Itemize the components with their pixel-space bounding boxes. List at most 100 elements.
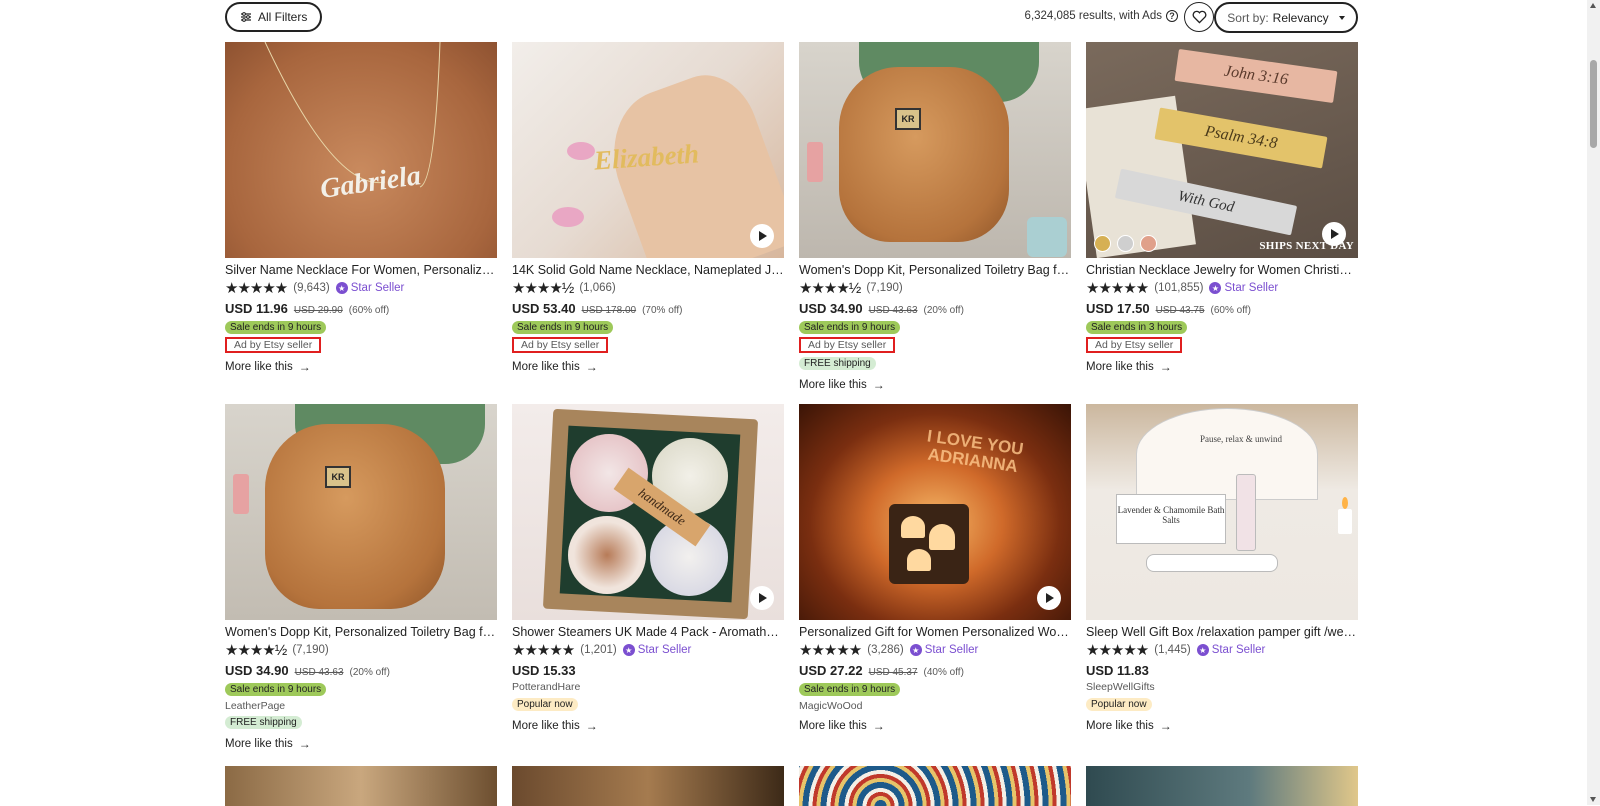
monogram-tag: KR (325, 466, 351, 488)
current-price: USD 11.83 (1086, 663, 1149, 678)
more-like-this-link[interactable]: More like this → (225, 360, 497, 374)
discount: (20% off) (923, 305, 964, 316)
product-image[interactable] (512, 766, 784, 806)
more-like-this-link[interactable]: More like this → (225, 737, 497, 751)
more-like-this-link[interactable]: More like this → (799, 378, 1071, 392)
sort-label: Sort by: (1227, 10, 1269, 25)
original-price: USD 45.37 (868, 667, 918, 678)
price: USD 17.50 USD 43.75 (60% off) (1086, 301, 1358, 316)
product-image[interactable]: KR (225, 404, 497, 620)
caret-down-icon (1338, 15, 1345, 20)
scroll-up-arrow-icon[interactable] (1590, 3, 1596, 8)
product-title[interactable]: Christian Necklace Jewelry for Women Chr… (1086, 263, 1358, 277)
question-icon[interactable]: ? (1166, 10, 1178, 22)
product-image[interactable]: Elizabeth (512, 42, 784, 258)
rating: ★★★★★ (9,643) ★ Star Seller (225, 280, 497, 296)
rating: ★★★★★ (1,445) ★ Star Seller (1086, 642, 1358, 658)
star-rating-icon: ★★★★★ (1086, 279, 1149, 297)
sale-badge: Sale ends in 9 hours (225, 683, 327, 696)
star-seller-label: Star Seller (350, 282, 405, 294)
arrow-right-icon: → (1159, 719, 1172, 733)
product-card[interactable]: John 3:16 Psalm 34:8 With God SHIPS NEXT… (1086, 42, 1358, 374)
rating: ★★★★★ (1,201) ★ Star Seller (512, 642, 784, 658)
results-count: 6,324,085 results, with Ads ? (1025, 10, 1178, 22)
scroll-down-arrow-icon[interactable] (1590, 797, 1596, 802)
product-title[interactable]: Women's Dopp Kit, Personalized Toiletry … (799, 263, 1071, 277)
product-card[interactable]: KR Women's Dopp Kit, Personalized Toilet… (799, 42, 1071, 392)
play-video-icon[interactable] (1037, 586, 1061, 610)
product-image[interactable] (799, 766, 1071, 806)
product-image[interactable]: Pause, relax & unwind Lavender & Chamomi… (1086, 404, 1358, 620)
review-count: (1,066) (579, 282, 616, 294)
sort-dropdown[interactable]: Sort by: Relevancy (1214, 2, 1358, 33)
product-card[interactable]: Elizabeth 14K Solid Gold Name Necklace, … (512, 42, 784, 374)
more-like-this-link[interactable]: More like this → (1086, 719, 1358, 733)
price: USD 53.40 USD 178.00 (70% off) (512, 301, 784, 316)
more-like-this-link[interactable]: More like this → (799, 719, 1071, 733)
product-image[interactable]: handmade (512, 404, 784, 620)
review-count: (1,445) (1154, 644, 1191, 656)
play-video-icon[interactable] (1322, 222, 1346, 246)
product-card[interactable] (512, 766, 784, 806)
product-card[interactable]: KR Women's Dopp Kit, Personalized Toilet… (225, 404, 497, 751)
rating: ★★★★★ (3,286) ★ Star Seller (799, 642, 1071, 658)
more-like-this-link[interactable]: More like this → (512, 719, 784, 733)
review-count: (1,201) (580, 644, 617, 656)
more-like-this-link[interactable]: More like this → (512, 360, 784, 374)
original-price: USD 29.90 (293, 305, 343, 316)
ad-label: Ad by Etsy seller (225, 337, 322, 353)
rating: ★★★★½ (1,066) (512, 280, 784, 296)
price: USD 11.96 USD 29.90 (60% off) (225, 301, 497, 316)
shop-name[interactable]: PotterandHare (512, 681, 784, 693)
sort-value: Relevancy (1272, 10, 1329, 25)
price: USD 15.33 (512, 663, 784, 678)
original-price: USD 43.63 (868, 305, 918, 316)
product-title[interactable]: Silver Name Necklace For Women, Personal… (225, 263, 497, 277)
star-seller-label: Star Seller (924, 644, 979, 656)
product-card[interactable] (225, 766, 497, 806)
product-image[interactable]: John 3:16 Psalm 34:8 With God SHIPS NEXT… (1086, 42, 1358, 258)
product-card[interactable]: handmade Shower Steamers UK Made 4 Pack … (512, 404, 784, 733)
rating: ★★★★½ (7,190) (225, 642, 497, 658)
product-title[interactable]: Sleep Well Gift Box /relaxation pamper g… (1086, 625, 1358, 639)
favorite-search-button[interactable] (1184, 2, 1214, 32)
sale-badge: Sale ends in 9 hours (799, 321, 901, 334)
shop-name[interactable]: SleepWellGifts (1086, 681, 1358, 693)
product-card[interactable] (799, 766, 1071, 806)
star-rating-icon: ★★★★½ (225, 641, 287, 659)
product-title[interactable]: Shower Steamers UK Made 4 Pack - Aromath… (512, 625, 784, 639)
arrow-right-icon: → (585, 719, 598, 733)
price: USD 11.83 (1086, 663, 1358, 678)
more-like-this-label: More like this (1086, 361, 1154, 373)
star-seller-badge: ★ Star Seller (335, 282, 405, 294)
heart-icon (1192, 10, 1206, 24)
product-image[interactable] (1086, 766, 1358, 806)
product-image[interactable] (225, 766, 497, 806)
original-price: USD 43.75 (1155, 305, 1205, 316)
sale-badge: Sale ends in 3 hours (1086, 321, 1188, 334)
original-price: USD 178.00 (581, 305, 637, 316)
product-title[interactable]: Personalized Gift for Women Personalized… (799, 625, 1071, 639)
product-image[interactable]: I LOVE YOU ADRIANNA (799, 404, 1071, 620)
product-title[interactable]: Women's Dopp Kit, Personalized Toiletry … (225, 625, 497, 639)
star-rating-icon: ★★★★★ (512, 641, 575, 659)
more-like-this-link[interactable]: More like this → (1086, 360, 1358, 374)
product-image[interactable]: Gabriela (225, 42, 497, 258)
scrollbar-thumb[interactable] (1590, 60, 1597, 148)
current-price: USD 15.33 (512, 663, 576, 678)
product-title[interactable]: 14K Solid Gold Name Necklace, Nameplated… (512, 263, 784, 277)
product-card[interactable]: Gabriela Silver Name Necklace For Women,… (225, 42, 497, 374)
discount: (70% off) (642, 305, 683, 316)
product-image[interactable]: KR (799, 42, 1071, 258)
product-card[interactable]: I LOVE YOU ADRIANNA Personalized Gift fo… (799, 404, 1071, 733)
page-scrollbar[interactable] (1587, 0, 1600, 805)
shop-name[interactable]: LeatherPage (225, 700, 497, 712)
product-card[interactable] (1086, 766, 1358, 806)
free-shipping-badge: FREE shipping (225, 716, 302, 729)
shop-name[interactable]: MagicWoOod (799, 700, 1071, 712)
product-card[interactable]: Pause, relax & unwind Lavender & Chamomi… (1086, 404, 1358, 733)
all-filters-button[interactable]: All Filters (225, 2, 323, 32)
play-video-icon[interactable] (750, 224, 774, 248)
play-video-icon[interactable] (750, 586, 774, 610)
star-seller-icon: ★ (335, 282, 348, 294)
